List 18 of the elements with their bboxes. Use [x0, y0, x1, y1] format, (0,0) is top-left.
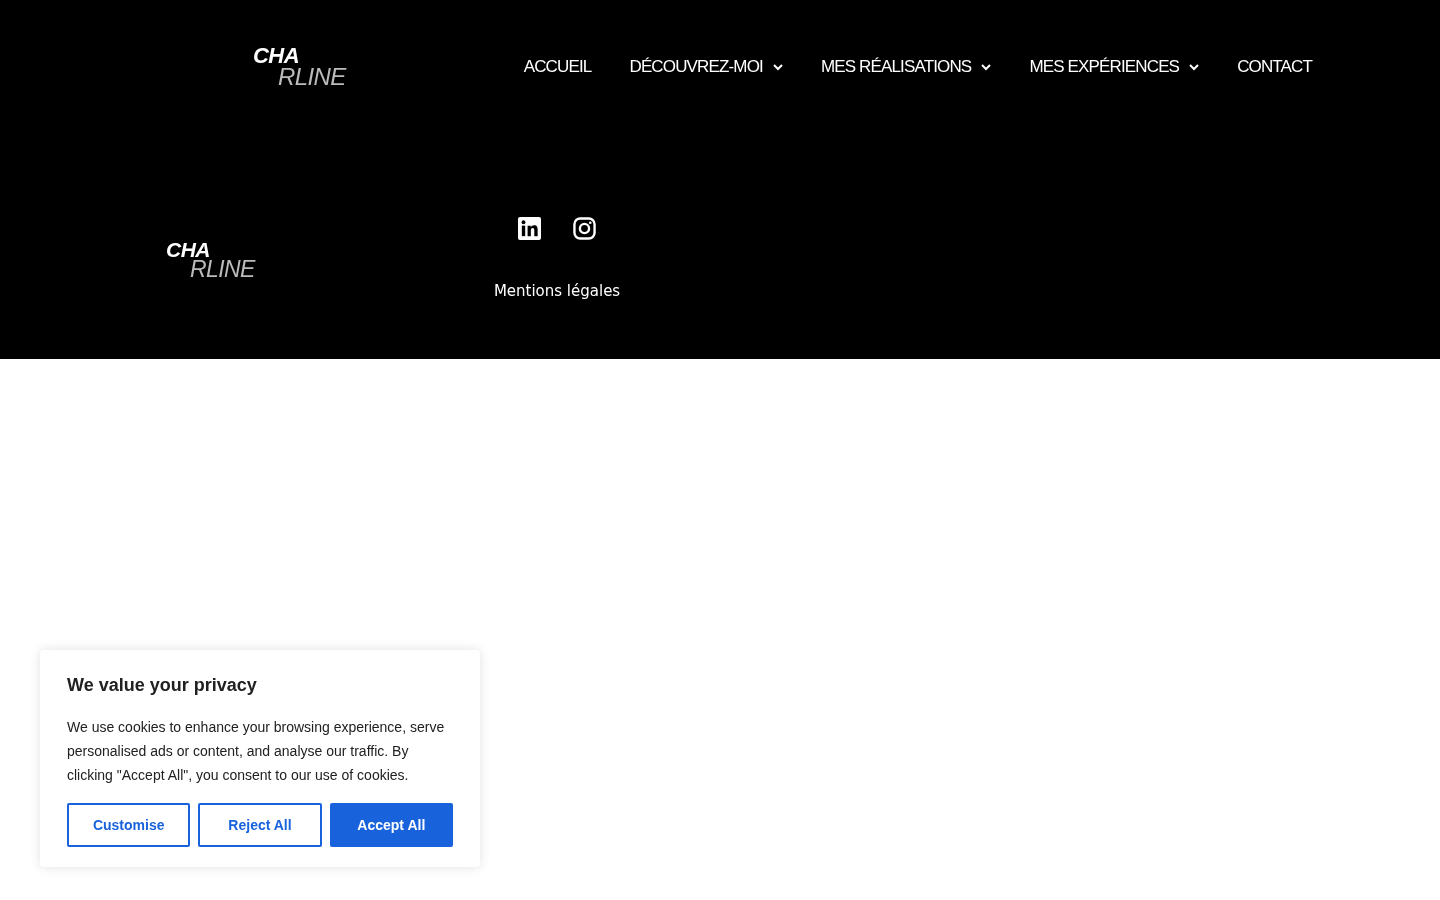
- instagram-icon[interactable]: [572, 217, 596, 240]
- nav-link[interactable]: CONTACT: [1237, 54, 1313, 80]
- logo[interactable]: CHA RLINE: [253, 45, 346, 89]
- legal-link[interactable]: Mentions légales: [493, 280, 621, 303]
- chevron-down-icon: [981, 63, 992, 71]
- logo[interactable]: CHA RLINE: [166, 239, 255, 281]
- nav-link[interactable]: MES RÉALISATIONS: [820, 54, 972, 80]
- chevron-down-icon: [772, 63, 783, 71]
- nav-link[interactable]: DÉCOUVREZ-MOI: [629, 54, 763, 80]
- consent-button[interactable]: Accept All: [329, 803, 453, 847]
- nav-link[interactable]: ACCUEIL: [523, 54, 592, 80]
- banner-title: We value your privacy: [67, 674, 258, 697]
- chevron-down-icon: [1189, 63, 1200, 71]
- consent-button[interactable]: Reject All: [198, 803, 322, 847]
- linkedin-icon[interactable]: [517, 217, 541, 240]
- nav-link[interactable]: MES EXPÉRIENCES: [1029, 54, 1180, 80]
- consent-button[interactable]: Customise: [67, 803, 191, 847]
- banner-text: We use cookies to enhance your browsing experience, serve personalised ads or content, and analyse our traffic. By clicking "Accept All", you consent to our use of cookies.: [67, 718, 446, 785]
